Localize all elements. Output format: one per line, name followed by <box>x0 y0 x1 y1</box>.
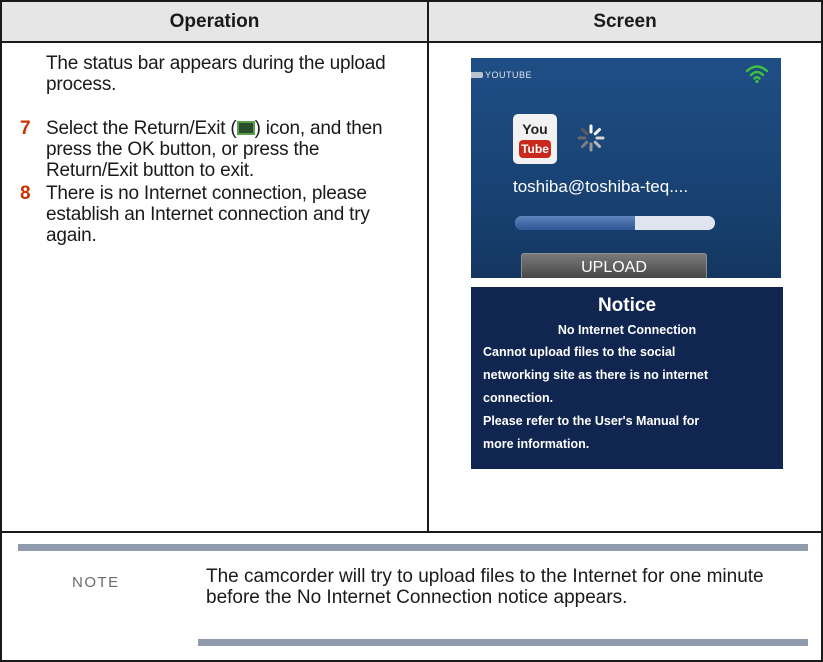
note-divider-top <box>18 544 808 551</box>
step-8: 8 There is no Internet connection, pleas… <box>20 183 386 246</box>
loading-spinner-icon <box>577 124 605 152</box>
column-header-operation: Operation <box>2 2 429 41</box>
notice-line: more information. <box>483 437 590 451</box>
upload-screen: YOUTUBE You Tube toshiba@toshiba-teq....… <box>471 58 781 278</box>
note-row: NOTE The camcorder will try to upload fi… <box>2 533 821 662</box>
return-exit-icon <box>236 121 255 135</box>
note-divider-bottom <box>198 639 808 646</box>
notice-body: Cannot upload files to the social networ… <box>483 341 775 456</box>
upload-progress-bar <box>515 216 715 230</box>
app-label: YOUTUBE <box>485 70 533 80</box>
notice-line: Cannot upload files to the social <box>483 345 676 359</box>
wifi-icon <box>745 65 769 84</box>
step-7-number: 7 <box>20 118 31 139</box>
notice-title: Notice <box>597 295 657 316</box>
document-frame: Operation Screen The status bar appears … <box>0 0 823 662</box>
note-text: The camcorder will try to upload files t… <box>206 566 764 608</box>
operation-column: The status bar appears during the upload… <box>2 43 429 531</box>
upload-button[interactable]: UPLOAD <box>521 253 707 278</box>
step-8-number: 8 <box>20 183 31 204</box>
table-header-row: Operation Screen <box>2 2 821 43</box>
note-label: NOTE <box>72 574 120 591</box>
upload-progress-fill <box>515 216 635 230</box>
notice-line: Please refer to the User's Manual for <box>483 414 700 428</box>
step-7-text-start: Select the Return/Exit ( <box>46 118 237 139</box>
youtube-logo: You Tube <box>513 114 557 164</box>
notice-subtitle: No Internet Connection <box>557 323 697 337</box>
notice-line: networking site as there is no internet <box>483 368 709 382</box>
screen-column: YOUTUBE You Tube toshiba@toshiba-teq....… <box>429 43 821 531</box>
account-email: toshiba@toshiba-teq.... <box>513 177 689 196</box>
app-mark-icon <box>471 72 483 78</box>
youtube-logo-tube: Tube <box>519 140 551 158</box>
step-7: 7 Select the Return/Exit () icon, and th… <box>20 118 386 181</box>
notice-screen: Notice No Internet Connection Cannot upl… <box>471 287 783 469</box>
table-body-row: The status bar appears during the upload… <box>2 43 821 533</box>
youtube-logo-you: You <box>522 121 548 137</box>
step-8-text: There is no Internet connection, please … <box>46 183 370 246</box>
column-header-screen: Screen <box>593 11 657 32</box>
notice-line: connection. <box>483 391 554 405</box>
intro-paragraph: The status bar appears during the upload… <box>46 53 386 95</box>
